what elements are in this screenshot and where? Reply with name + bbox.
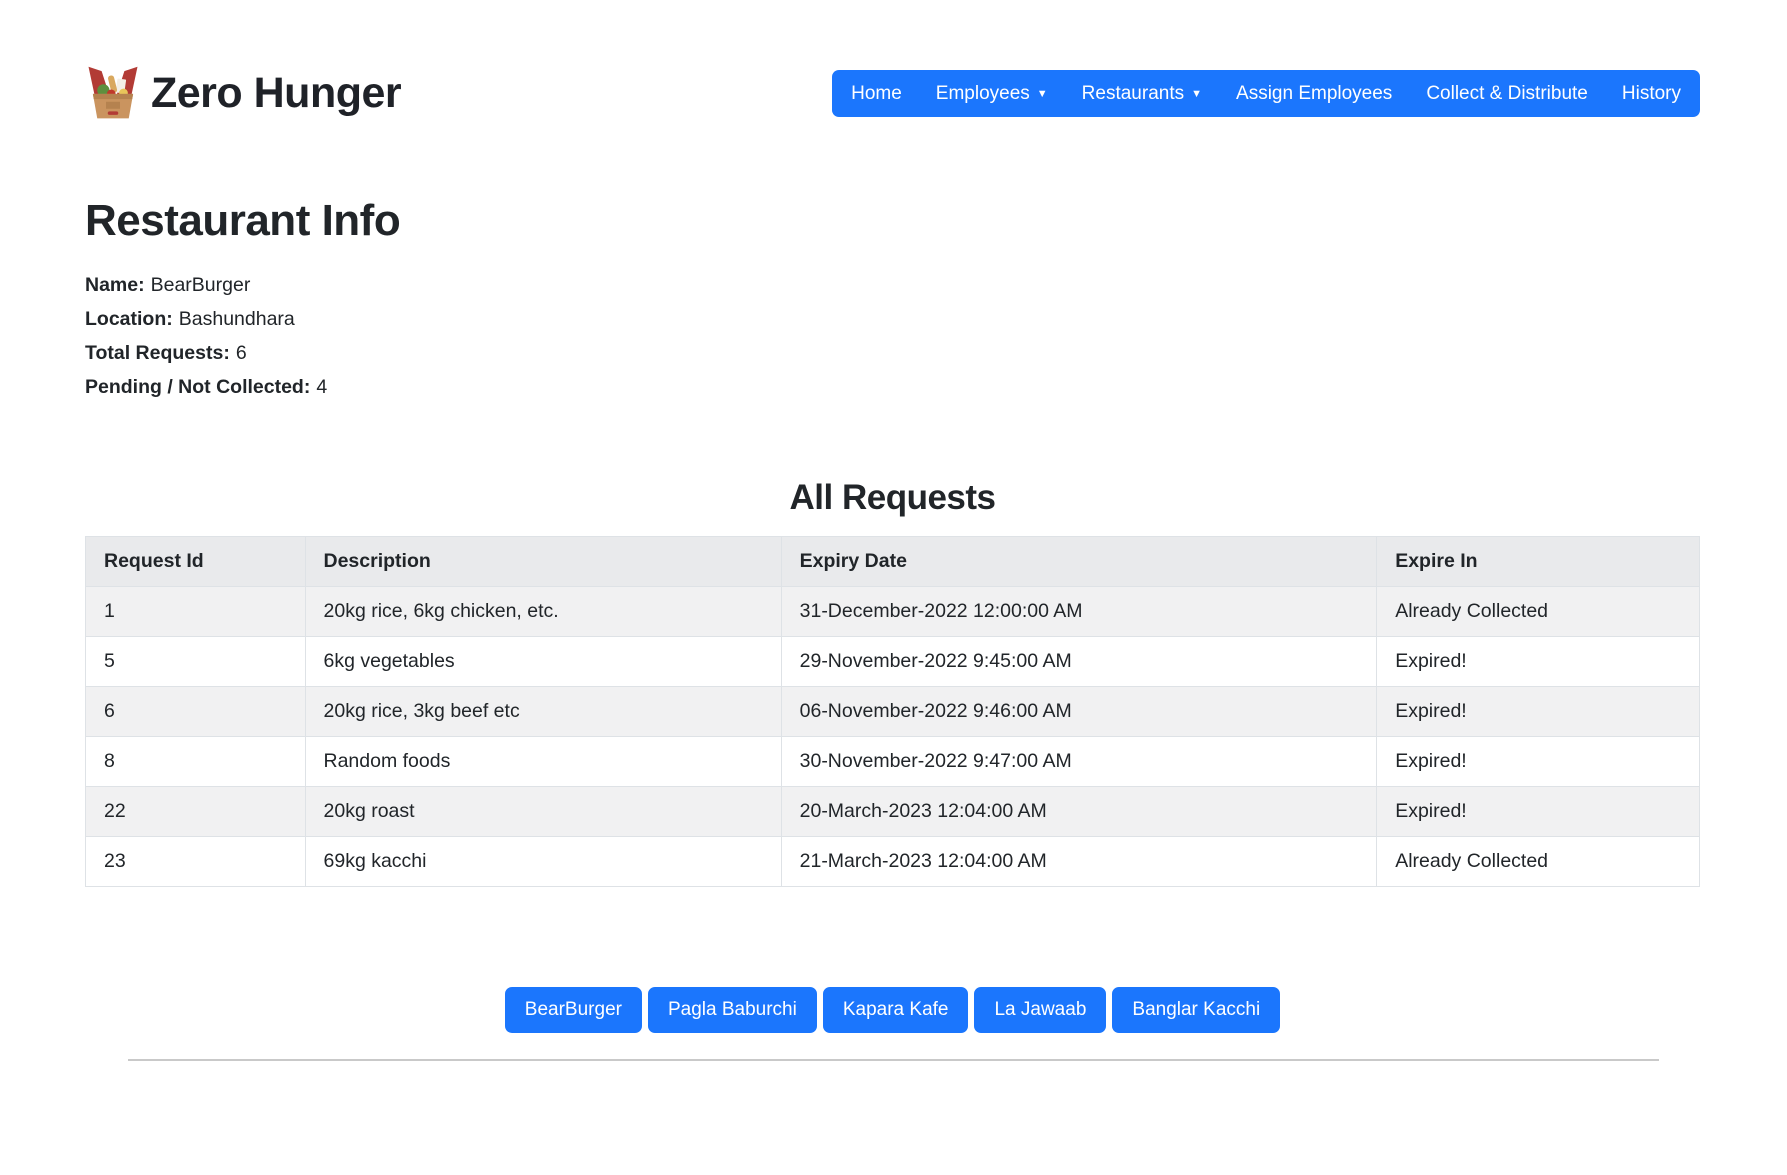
description-cell: 20kg rice, 6kg chicken, etc.: [305, 587, 781, 637]
nav-item[interactable]: Home: [834, 70, 919, 117]
request-id-cell: 8: [86, 737, 306, 787]
expiry-date-cell: 20-March-2023 12:04:00 AM: [781, 787, 1377, 837]
nav-item-label: Restaurants: [1082, 70, 1184, 117]
info-label: Pending / Not Collected:: [85, 376, 310, 398]
table-header-cell: Description: [305, 537, 781, 587]
page-title: Restaurant Info: [85, 196, 1700, 246]
nav-item-label: History: [1622, 70, 1681, 117]
table-header-cell: Expire In: [1377, 537, 1700, 587]
requests-table: Request Id Description Expiry Date Expir…: [85, 536, 1700, 887]
info-line: Pending / Not Collected: 4: [85, 370, 1700, 404]
restaurant-buttons-row: BearBurger Pagla Baburchi Kapara Kafe La…: [85, 987, 1700, 1033]
nav-item-label: Assign Employees: [1236, 70, 1392, 117]
table-row: 23 69kg kacchi 21-March-2023 12:04:00 AM…: [86, 837, 1700, 887]
requests-section-title: All Requests: [85, 478, 1700, 518]
description-cell: 20kg rice, 3kg beef etc: [305, 687, 781, 737]
page-container: Zero Hunger Home Employees ▼ Restaurants…: [85, 0, 1700, 1033]
brand-title: Zero Hunger: [151, 69, 401, 118]
table-row: 22 20kg roast 20-March-2023 12:04:00 AM …: [86, 787, 1700, 837]
table-header-cell: Expiry Date: [781, 537, 1377, 587]
request-id-cell: 23: [86, 837, 306, 887]
restaurant-button[interactable]: Kapara Kafe: [823, 987, 969, 1033]
restaurant-button[interactable]: Pagla Baburchi: [648, 987, 817, 1033]
info-value: 4: [316, 376, 327, 398]
nav-item[interactable]: Collect & Distribute: [1409, 70, 1605, 117]
expire-in-cell: Expired!: [1377, 787, 1700, 837]
info-value: Bashundhara: [179, 308, 295, 330]
info-line: Total Requests: 6: [85, 336, 1700, 370]
expiry-date-cell: 29-November-2022 9:45:00 AM: [781, 637, 1377, 687]
brand-link[interactable]: Zero Hunger: [85, 62, 401, 124]
table-row: 5 6kg vegetables 29-November-2022 9:45:0…: [86, 637, 1700, 687]
restaurant-button[interactable]: Banglar Kacchi: [1112, 987, 1280, 1033]
expiry-date-cell: 30-November-2022 9:47:00 AM: [781, 737, 1377, 787]
expire-in-cell: Expired!: [1377, 737, 1700, 787]
request-id-cell: 1: [86, 587, 306, 637]
bottom-divider: [128, 1059, 1659, 1061]
description-cell: 6kg vegetables: [305, 637, 781, 687]
table-row: 1 20kg rice, 6kg chicken, etc. 31-Decemb…: [86, 587, 1700, 637]
table-header-row: Request Id Description Expiry Date Expir…: [86, 537, 1700, 587]
description-cell: Random foods: [305, 737, 781, 787]
nav-item-label: Employees: [936, 70, 1030, 117]
info-label: Total Requests:: [85, 342, 230, 364]
restaurant-button[interactable]: BearBurger: [505, 987, 642, 1033]
expire-in-cell: Expired!: [1377, 637, 1700, 687]
table-body: 1 20kg rice, 6kg chicken, etc. 31-Decemb…: [86, 587, 1700, 887]
header: Zero Hunger Home Employees ▼ Restaurants…: [85, 62, 1700, 124]
restaurant-info-list: Name: BearBurger Location: Bashundhara Tot…: [85, 268, 1700, 404]
main-nav: Home Employees ▼ Restaurants ▼ Assign Em…: [832, 70, 1700, 117]
info-line: Location: Bashundhara: [85, 302, 1700, 336]
nav-item-label: Collect & Distribute: [1426, 70, 1588, 117]
dropdown-caret-icon: ▼: [1191, 89, 1202, 100]
nav-item[interactable]: Employees ▼: [919, 70, 1065, 117]
info-label: Name:: [85, 274, 145, 296]
nav-item[interactable]: Assign Employees: [1219, 70, 1409, 117]
info-value: BearBurger: [151, 274, 251, 296]
request-id-cell: 22: [86, 787, 306, 837]
dropdown-caret-icon: ▼: [1037, 89, 1048, 100]
expiry-date-cell: 21-March-2023 12:04:00 AM: [781, 837, 1377, 887]
expire-in-cell: Expired!: [1377, 687, 1700, 737]
request-id-cell: 5: [86, 637, 306, 687]
expire-in-cell: Already Collected: [1377, 587, 1700, 637]
info-label: Location:: [85, 308, 173, 330]
description-cell: 69kg kacchi: [305, 837, 781, 887]
nav-item-label: Home: [851, 70, 902, 117]
expire-in-cell: Already Collected: [1377, 837, 1700, 887]
restaurant-button[interactable]: La Jawaab: [974, 987, 1106, 1033]
table-row: 6 20kg rice, 3kg beef etc 06-November-20…: [86, 687, 1700, 737]
table-row: 8 Random foods 30-November-2022 9:47:00 …: [86, 737, 1700, 787]
nav-item[interactable]: Restaurants ▼: [1065, 70, 1219, 117]
grocery-basket-icon: [85, 62, 141, 124]
description-cell: 20kg roast: [305, 787, 781, 837]
info-value: 6: [236, 342, 247, 364]
expiry-date-cell: 31-December-2022 12:00:00 AM: [781, 587, 1377, 637]
info-line: Name: BearBurger: [85, 268, 1700, 302]
table-header-cell: Request Id: [86, 537, 306, 587]
expiry-date-cell: 06-November-2022 9:46:00 AM: [781, 687, 1377, 737]
nav-item[interactable]: History: [1605, 70, 1698, 117]
request-id-cell: 6: [86, 687, 306, 737]
